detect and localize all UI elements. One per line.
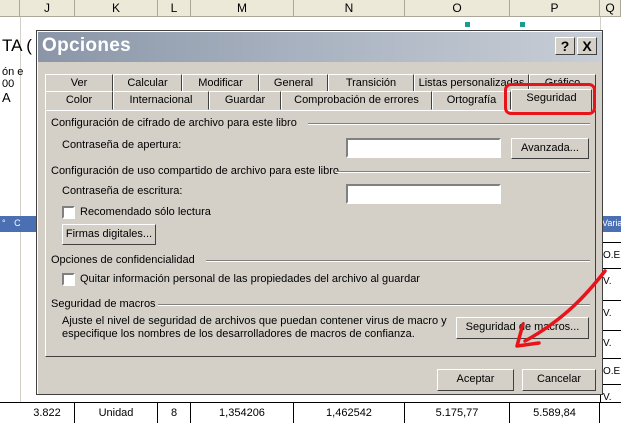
group-title-compartido: Configuración de uso compartido de archi… [51,165,339,177]
table-cell[interactable]: Unidad [75,403,158,423]
readonly-label[interactable]: Recomendado sólo lectura [80,206,211,218]
column-header-l[interactable]: L [158,0,191,17]
header-cell-left: ° C [0,216,36,232]
advanced-button[interactable]: Avanzada... [511,138,589,159]
cell-fragment: O.E [600,358,621,384]
teal-marker [520,22,525,27]
table-cell[interactable]: 1,354206 [191,403,294,423]
tab-comprobacion-de-errores[interactable]: Comprobación de errores [281,91,432,110]
macro-description-line-2: especifique los nombres de los desarroll… [62,328,415,340]
red-highlight-outline [504,83,596,115]
group-title-macros: Seguridad de macros [51,298,156,310]
group-title-confidencialidad: Opciones de confidencialidad [51,254,195,266]
table-cell[interactable]: 5.175,77 [405,403,510,423]
privacy-checkbox[interactable] [62,273,75,286]
options-dialog: Opciones ? X Ver Calcular Modificar Gene… [36,30,607,395]
dialog-titlebar[interactable]: Opciones ? X [38,32,601,62]
cell-fragment: ón e [2,66,24,78]
password-write-label: Contraseña de escritura: [62,185,183,197]
red-arrow-annotation [515,269,607,348]
readonly-checkbox[interactable] [62,206,75,219]
header-cell-right: Varia [600,216,621,232]
cell-fragment: C [14,218,21,228]
tab-internacional[interactable]: Internacional [113,91,209,110]
tab-color[interactable]: Color [45,91,113,110]
privacy-label[interactable]: Quitar información personal de las propi… [80,273,420,285]
table-cell[interactable]: 1,462542 [294,403,405,423]
cancel-button[interactable]: Cancelar [522,369,596,391]
macro-description-line-1: Ajuste el nivel de seguridad de archivos… [62,315,447,327]
cell-fragment: TA ( [2,36,32,55]
table-cell[interactable]: 3.822 [20,403,75,423]
group-title-cifrado: Configuración de cifrado de archivo para… [51,117,297,129]
close-button[interactable]: X [577,37,597,55]
tab-guardar[interactable]: Guardar [209,91,281,110]
ok-button[interactable]: Aceptar [437,369,514,391]
table-row: 3.822 Unidad 8 1,354206 1,462542 5.175,7… [0,402,621,423]
group-divider [206,260,590,262]
teal-marker [465,22,470,27]
cell-fragment: A [2,90,11,105]
column-header-p[interactable]: P [510,0,600,17]
password-write-input[interactable] [346,184,501,204]
column-header-q[interactable]: Q [600,0,621,17]
column-header-row: J K L M N O P Q [0,0,621,17]
column-header-partial [0,0,20,17]
password-open-label: Contraseña de apertura: [62,139,182,151]
column-header-j[interactable]: J [20,0,75,17]
column-header-n[interactable]: N [294,0,405,17]
column-header-k[interactable]: K [75,0,158,17]
group-divider [308,123,590,125]
table-cell[interactable]: 8 [158,403,191,423]
column-header-o[interactable]: O [405,0,510,17]
help-button[interactable]: ? [555,37,575,55]
cell-fragment: ° [2,218,6,228]
group-divider [336,171,590,173]
table-cell[interactable]: 5.589,84 [510,403,600,423]
tab-ortografia[interactable]: Ortografía [432,91,511,110]
digital-signatures-button[interactable]: Firmas digitales... [62,224,156,245]
column-header-m[interactable]: M [191,0,294,17]
dialog-title: Opciones [42,35,131,56]
password-open-input[interactable] [346,138,501,158]
cell-fragment: O.E [600,242,621,268]
cell-fragment: 00 [2,78,15,90]
